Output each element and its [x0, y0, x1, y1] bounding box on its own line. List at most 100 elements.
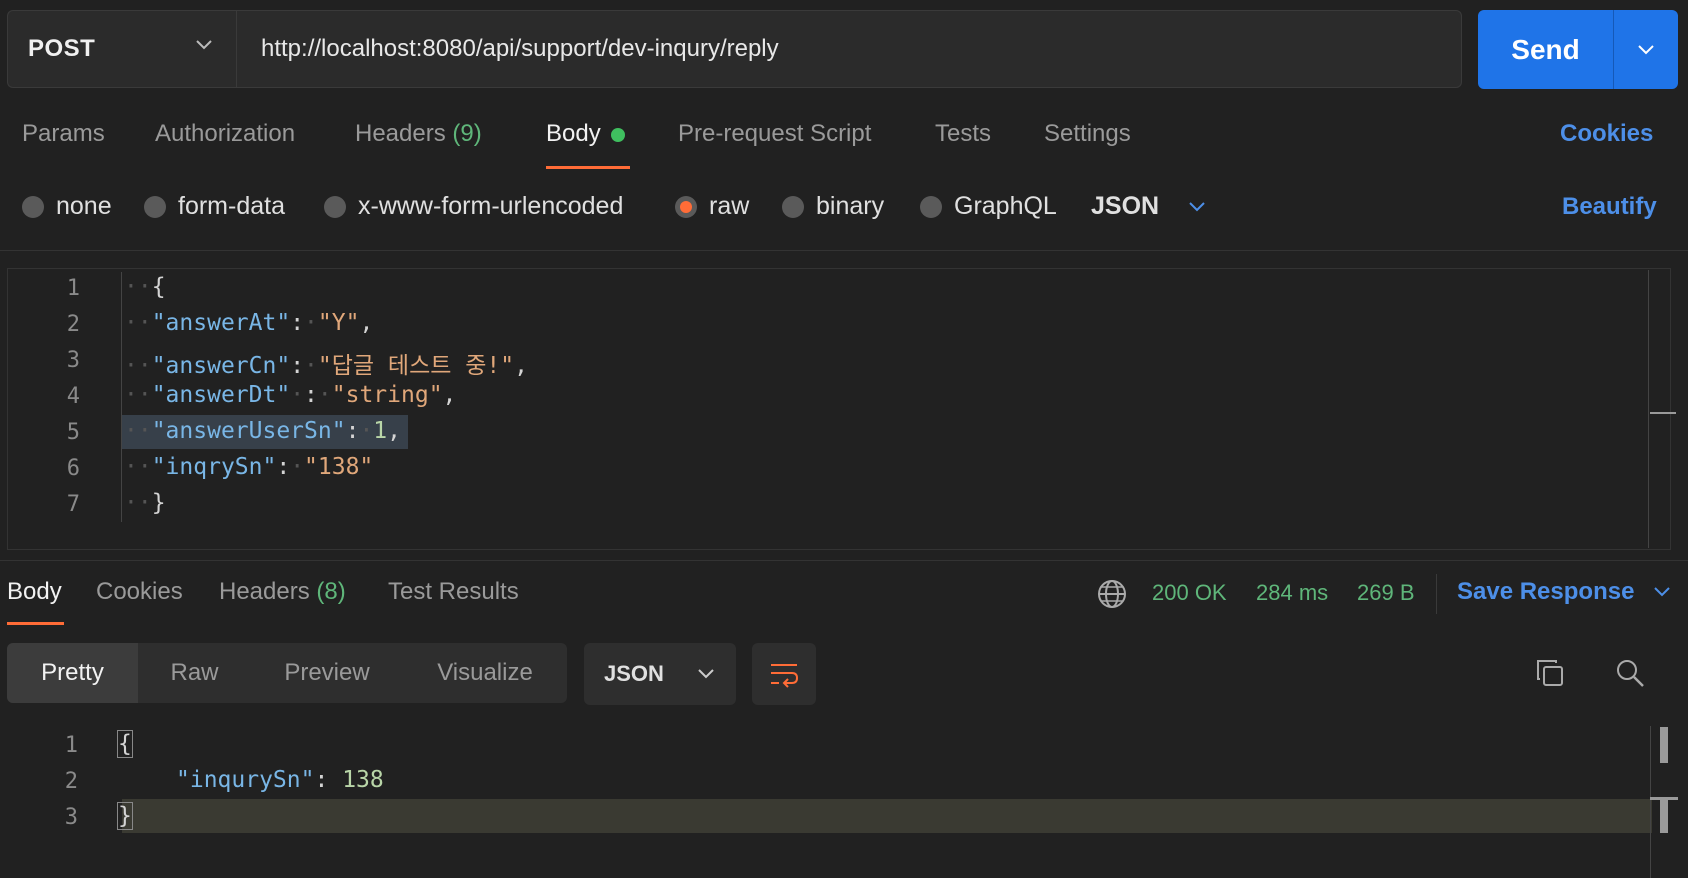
globe-icon[interactable]: [1096, 578, 1128, 610]
code-line-1: ··{: [124, 274, 166, 300]
response-tab-body-label: Body: [7, 578, 62, 605]
radio-binary[interactable]: binary: [782, 192, 884, 221]
view-pretty-button[interactable]: Pretty: [7, 643, 138, 703]
radio-raw-label: raw: [709, 192, 750, 220]
divider: [0, 560, 1688, 561]
json-value: "Y": [317, 310, 360, 336]
response-scroll-marker: [1660, 797, 1668, 833]
brace-open: {: [151, 274, 166, 300]
send-options-button[interactable]: [1614, 10, 1678, 89]
line-number: 4: [66, 384, 80, 409]
tab-prerequest-script[interactable]: Pre-request Script: [678, 120, 871, 148]
view-preview-button[interactable]: Preview: [251, 643, 403, 703]
view-raw-button[interactable]: Raw: [138, 643, 251, 703]
view-visualize-button[interactable]: Visualize: [403, 643, 567, 703]
json-value: "답글 테스트 중!": [317, 353, 515, 379]
response-tab-cookies-label: Cookies: [96, 578, 183, 605]
beautify-label: Beautify: [1562, 193, 1657, 220]
response-tab-headers[interactable]: Headers (8): [219, 578, 346, 606]
line-number: 1: [64, 733, 78, 758]
gutter-divider: [121, 272, 122, 522]
radio-none[interactable]: none: [22, 192, 112, 221]
radio-graphql[interactable]: GraphQL: [920, 192, 1057, 221]
url-text: http://localhost:8080/api/support/dev-in…: [261, 35, 779, 62]
response-tab-headers-label: Headers: [219, 578, 310, 605]
tab-tests[interactable]: Tests: [935, 120, 991, 148]
json-key: "answerAt": [151, 310, 291, 336]
status-code[interactable]: 200 OK: [1152, 580, 1227, 606]
response-tab-cookies[interactable]: Cookies: [96, 578, 183, 606]
code-line-2: ··"answerAt":·"Y",: [124, 310, 374, 336]
wrap-lines-button[interactable]: [752, 643, 816, 705]
response-tab-test-results[interactable]: Test Results: [388, 578, 519, 606]
chevron-down-icon: [1654, 587, 1671, 597]
response-tab-body[interactable]: Body: [7, 578, 62, 606]
cookies-link[interactable]: Cookies: [1560, 120, 1653, 148]
send-button[interactable]: Send: [1478, 10, 1613, 89]
response-format-select[interactable]: JSON: [584, 643, 736, 705]
json-value: 1: [373, 418, 388, 444]
method-label: POST: [28, 35, 96, 62]
response-size[interactable]: 269 B: [1357, 580, 1415, 606]
tab-body-label: Body: [546, 120, 601, 147]
line-number: 7: [66, 492, 80, 517]
send-label: Send: [1511, 33, 1580, 65]
response-headers-count: (8): [316, 578, 346, 605]
chevron-down-icon: [698, 669, 714, 679]
editor-scroll-marker: [1650, 412, 1676, 414]
json-key: "inqrySn": [151, 454, 277, 480]
save-response-button[interactable]: Save Response: [1457, 578, 1672, 606]
tab-prerequest-label: Pre-request Script: [678, 120, 872, 147]
tab-params-label: Params: [22, 120, 105, 147]
code-line-4: ··"answerDt"·:·"string",: [124, 382, 457, 408]
radio-icon: [144, 195, 166, 218]
beautify-link[interactable]: Beautify: [1562, 193, 1657, 221]
tab-headers[interactable]: Headers (9): [355, 120, 482, 148]
json-value: "138": [304, 454, 374, 480]
radio-icon: [782, 195, 804, 218]
code-line-3: ··"answerCn":·"답글 테스트 중!",: [124, 353, 528, 379]
code-line-6: ··"inqrySn":·"138": [124, 454, 374, 480]
tab-params[interactable]: Params: [22, 120, 105, 148]
body-format-select[interactable]: JSON: [1091, 192, 1207, 221]
line-number: 6: [66, 456, 80, 481]
tab-authorization[interactable]: Authorization: [155, 120, 295, 148]
view-raw-label: Raw: [170, 659, 219, 686]
radio-form-data[interactable]: form-data: [144, 192, 285, 221]
tab-authorization-label: Authorization: [155, 120, 296, 147]
json-key: "inqurySn": [176, 767, 315, 793]
radio-urlencoded[interactable]: x-www-form-urlencoded: [324, 192, 623, 221]
view-preview-label: Preview: [284, 659, 370, 686]
copy-icon[interactable]: [1534, 657, 1566, 689]
json-value: "string": [331, 382, 443, 408]
tab-settings[interactable]: Settings: [1044, 120, 1131, 148]
response-scroll-thumb[interactable]: [1660, 727, 1668, 763]
response-line-2: "inqurySn": 138: [176, 767, 384, 793]
json-key: "answerDt": [151, 382, 291, 408]
code-line-7: ··}: [124, 490, 166, 516]
response-time[interactable]: 284 ms: [1256, 580, 1328, 606]
tab-settings-label: Settings: [1044, 120, 1131, 147]
tab-tests-label: Tests: [935, 120, 992, 147]
radio-graphql-label: GraphQL: [954, 192, 1057, 220]
response-scrollbar-track: [1650, 726, 1651, 878]
line-number: 1: [66, 276, 80, 301]
search-icon[interactable]: [1614, 657, 1646, 689]
body-format-label: JSON: [1091, 192, 1160, 220]
line-number: 2: [66, 312, 80, 337]
save-response-label: Save Response: [1457, 578, 1635, 605]
json-key: "answerUserSn": [151, 418, 346, 444]
radio-binary-label: binary: [816, 192, 885, 220]
divider: [0, 250, 1688, 251]
url-input[interactable]: http://localhost:8080/api/support/dev-in…: [236, 10, 1462, 88]
response-format-label: JSON: [604, 661, 664, 686]
radio-raw[interactable]: raw: [675, 192, 749, 221]
modified-dot-icon: [610, 127, 625, 142]
method-select[interactable]: POST: [7, 10, 236, 88]
view-visualize-label: Visualize: [437, 659, 533, 686]
response-tab-test-results-label: Test Results: [388, 578, 519, 605]
cookies-link-label: Cookies: [1560, 120, 1654, 147]
chevron-down-icon: [1189, 201, 1205, 211]
brace-close: }: [151, 490, 166, 516]
tab-body[interactable]: Body: [546, 120, 625, 148]
